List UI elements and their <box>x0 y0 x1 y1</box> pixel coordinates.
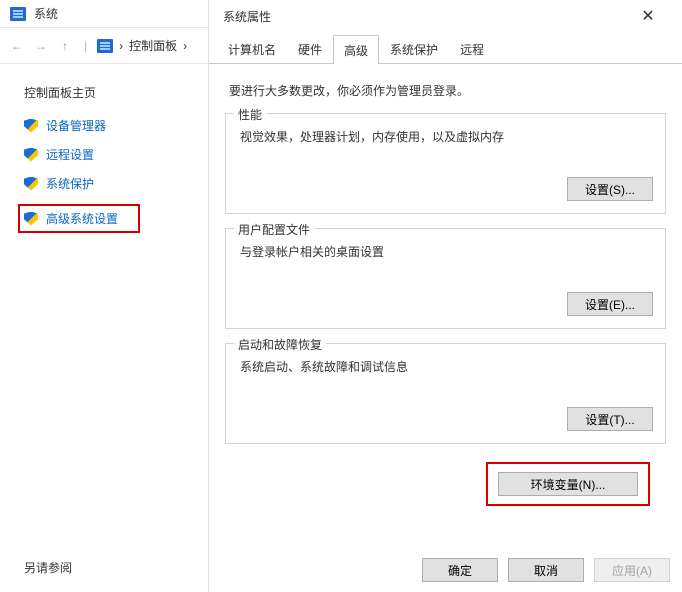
close-icon[interactable]: ✕ <box>628 2 668 30</box>
dialog-title: 系统属性 <box>223 8 271 25</box>
sidebar: 控制面板主页 设备管理器 远程设置 系统保护 高级系统设置 <box>0 64 200 245</box>
env-highlight-box: 环境变量(N)... <box>486 462 650 506</box>
shield-icon <box>24 177 38 191</box>
sidebar-item-system-protection[interactable]: 系统保护 <box>24 175 182 192</box>
settings-button-profiles[interactable]: 设置(E)... <box>567 292 653 316</box>
group-startup-recovery: 启动和故障恢复 系统启动、系统故障和调试信息 设置(T)... <box>225 343 666 444</box>
group-desc: 视觉效果，处理器计划，内存使用，以及虚拟内存 <box>240 128 653 145</box>
sidebar-item-label: 高级系统设置 <box>46 210 118 227</box>
sidebar-item-label: 系统保护 <box>46 175 94 192</box>
tab-hardware[interactable]: 硬件 <box>287 34 333 63</box>
settings-button-startup[interactable]: 设置(T)... <box>567 407 653 431</box>
group-desc: 与登录帐户相关的桌面设置 <box>240 243 653 260</box>
dialog-titlebar: 系统属性 ✕ <box>209 0 682 32</box>
tab-advanced[interactable]: 高级 <box>333 35 379 64</box>
group-performance: 性能 视觉效果，处理器计划，内存使用，以及虚拟内存 设置(S)... <box>225 113 666 214</box>
shield-icon <box>24 212 38 226</box>
shield-icon <box>24 148 38 162</box>
env-row: 环境变量(N)... <box>225 458 666 506</box>
dialog-footer: 确定 取消 应用(A) <box>422 558 670 582</box>
sidebar-also-see: 另请参阅 <box>24 559 72 576</box>
nav-separator: | <box>84 39 87 53</box>
breadcrumb-label: 控制面板 <box>129 37 177 54</box>
group-desc: 系统启动、系统故障和调试信息 <box>240 358 653 375</box>
intro-text: 要进行大多数更改，你必须作为管理员登录。 <box>229 82 666 99</box>
bg-title: 系统 <box>34 5 58 22</box>
tab-computer-name[interactable]: 计算机名 <box>217 34 287 63</box>
nav-up-icon[interactable]: ↑ <box>56 37 74 55</box>
group-legend: 用户配置文件 <box>234 221 314 238</box>
tab-remote[interactable]: 远程 <box>449 34 495 63</box>
sidebar-item-advanced-system-settings[interactable]: 高级系统设置 <box>18 204 140 233</box>
group-user-profiles: 用户配置文件 与登录帐户相关的桌面设置 设置(E)... <box>225 228 666 329</box>
sidebar-item-label: 远程设置 <box>46 146 94 163</box>
dialog-body: 要进行大多数更改，你必须作为管理员登录。 性能 视觉效果，处理器计划，内存使用，… <box>209 64 682 506</box>
ok-button[interactable]: 确定 <box>422 558 498 582</box>
apply-button[interactable]: 应用(A) <box>594 558 670 582</box>
environment-variables-button[interactable]: 环境变量(N)... <box>498 472 638 496</box>
sidebar-item-remote-settings[interactable]: 远程设置 <box>24 146 182 163</box>
breadcrumb[interactable]: › 控制面板 › <box>97 37 187 54</box>
nav-back-icon[interactable]: ← <box>8 37 26 55</box>
sidebar-item-device-manager[interactable]: 设备管理器 <box>24 117 182 134</box>
cancel-button[interactable]: 取消 <box>508 558 584 582</box>
chevron-right-icon: › <box>119 39 123 53</box>
settings-button-performance[interactable]: 设置(S)... <box>567 177 653 201</box>
system-icon <box>10 7 26 21</box>
sidebar-home[interactable]: 控制面板主页 <box>24 84 182 101</box>
tab-strip: 计算机名 硬件 高级 系统保护 远程 <box>209 34 682 64</box>
group-legend: 启动和故障恢复 <box>234 336 326 353</box>
nav-forward-icon[interactable]: → <box>32 37 50 55</box>
chevron-right-icon: › <box>183 39 187 53</box>
tab-system-protection[interactable]: 系统保护 <box>379 34 449 63</box>
control-panel-icon <box>97 39 113 53</box>
shield-icon <box>24 119 38 133</box>
system-properties-dialog: 系统属性 ✕ 计算机名 硬件 高级 系统保护 远程 要进行大多数更改，你必须作为… <box>208 0 682 592</box>
sidebar-item-label: 设备管理器 <box>46 117 106 134</box>
group-legend: 性能 <box>234 106 266 123</box>
